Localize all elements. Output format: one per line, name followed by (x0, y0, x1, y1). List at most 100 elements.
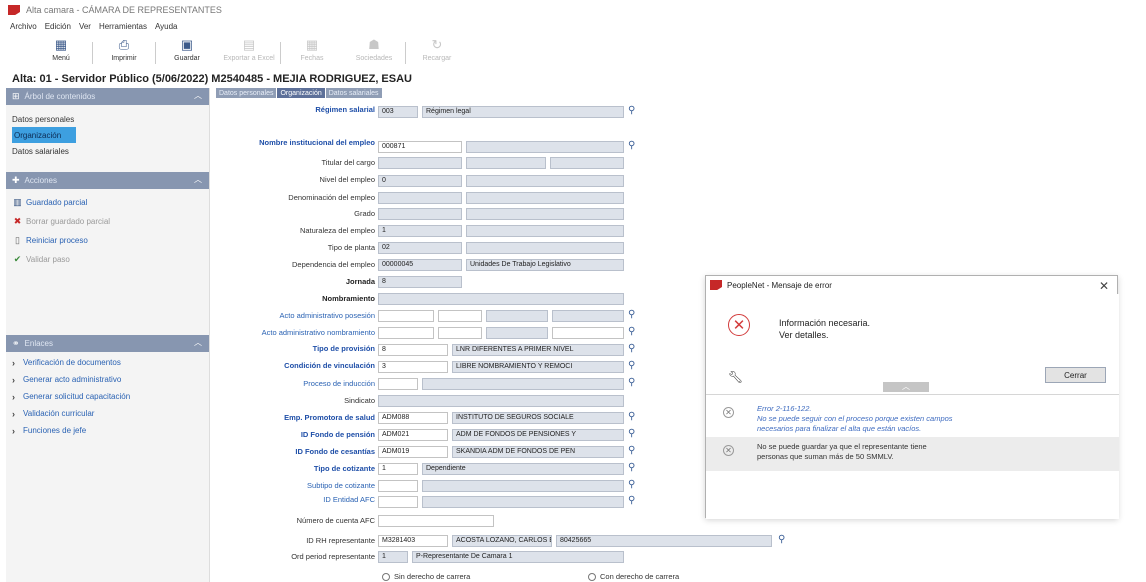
search-icon[interactable]: ⚲ (628, 310, 638, 320)
links-panel-header[interactable]: ⚭ Enlaces ︿ (6, 335, 209, 352)
window-title: Alta camara - CÁMARA DE REPRESENTANTES (26, 5, 222, 15)
radio-con-derecho[interactable]: Con derecho de carrera (588, 572, 679, 581)
rh-code-field[interactable]: M3281403 (378, 535, 448, 547)
search-icon[interactable]: ⚲ (628, 412, 638, 422)
search-icon[interactable]: ⚲ (628, 378, 638, 388)
tree-panel-header[interactable]: ⊞ Árbol de contenidos ︿ (6, 88, 209, 105)
menu-ayuda[interactable]: Ayuda (155, 22, 178, 36)
acto-nombramiento-label[interactable]: Acto administrativo nombramiento (262, 328, 375, 337)
tree-item-datos-salariales[interactable]: Datos salariales (6, 143, 209, 159)
search-icon[interactable]: ⚲ (628, 344, 638, 354)
nombre-inst-code-field[interactable]: 000871 (378, 141, 462, 153)
search-icon[interactable]: ⚲ (628, 106, 638, 116)
cesantias-label: ID Fondo de cesantías (295, 447, 375, 456)
excel-icon: ▤ (242, 37, 256, 52)
afc-code-field[interactable] (378, 496, 418, 508)
close-button[interactable]: Cerrar (1045, 367, 1106, 383)
cotizante-label: Tipo de cotizante (313, 464, 375, 473)
action-partial-save-label: Guardado parcial (26, 198, 88, 207)
afc-label[interactable]: ID Entidad AFC (323, 495, 375, 504)
print-button[interactable]: ⎙ Imprimir (93, 37, 155, 62)
acto-posesion-field-2[interactable] (438, 310, 482, 322)
dates-button[interactable]: ▦ Fechas (281, 37, 343, 62)
search-icon[interactable]: ⚲ (628, 446, 638, 456)
search-icon[interactable]: ⚲ (628, 463, 638, 473)
document-icon: ▯ (15, 235, 20, 245)
search-icon[interactable]: ⚲ (628, 361, 638, 371)
reload-button-label: Recargar (422, 55, 452, 62)
radio-sin-derecho[interactable]: Sin derecho de carrera (382, 572, 470, 581)
pension-desc-field: ADM DE FONDOS DE PENSIONES Y (452, 429, 624, 441)
partners-button[interactable]: ☗ Sociedades (343, 37, 405, 62)
eps-label: Emp. Promotora de salud (284, 413, 375, 422)
menu-archivo[interactable]: Archivo (10, 22, 37, 36)
tree-item-organizacion[interactable]: Organización (12, 127, 76, 143)
link-funciones-jefe[interactable]: › Funciones de jefe (6, 422, 209, 439)
action-restart-process[interactable]: ▯ Reiniciar proceso (6, 231, 209, 250)
record-title: Alta: 01 - Servidor Público (5/06/2022) … (12, 73, 412, 85)
cuenta-afc-field[interactable] (378, 515, 494, 527)
menu-edicion[interactable]: Edición (45, 22, 71, 36)
acto-posesion-label[interactable]: Acto administrativo posesión (280, 311, 375, 320)
link-verificacion[interactable]: › Verificación de documentos (6, 354, 209, 371)
eps-code-field[interactable]: ADM088 (378, 412, 448, 424)
menu-ver[interactable]: Ver (79, 22, 91, 36)
acto-posesion-field-4 (552, 310, 624, 322)
tipo-provision-code-field[interactable]: 8 (378, 344, 448, 356)
search-icon[interactable]: ⚲ (628, 480, 638, 490)
wrench-icon[interactable]: 🔧︎ (728, 370, 743, 384)
nivel-field: 0 (378, 175, 462, 187)
subtipo-label[interactable]: Subtipo de cotizante (307, 481, 375, 490)
tab-datos-personales[interactable]: Datos personales (216, 88, 277, 98)
search-icon[interactable]: ⚲ (628, 327, 638, 337)
collapse-icon[interactable]: ︿ (193, 337, 203, 349)
nombre-inst-label: Nombre institucional del empleo (259, 138, 375, 147)
collapse-icon[interactable]: ︿ (193, 90, 203, 102)
link-generar-acto[interactable]: › Generar acto administrativo (6, 371, 209, 388)
proceso-code-field[interactable] (378, 378, 418, 390)
reload-button[interactable]: ↻ Recargar (406, 37, 468, 62)
link-solicitud-capacitacion[interactable]: › Generar solicitud capacitación (6, 388, 209, 405)
search-icon[interactable]: ⚲ (778, 535, 788, 545)
proceso-label[interactable]: Proceso de inducción (303, 379, 375, 388)
subtipo-code-field[interactable] (378, 480, 418, 492)
action-partial-save[interactable]: ▥ Guardado parcial (6, 193, 209, 212)
tab-datos-salariales[interactable]: Datos salariales (325, 88, 382, 98)
acto-nombramiento-field-2[interactable] (438, 327, 482, 339)
menu-button[interactable]: ▦ Menú (30, 37, 92, 62)
cotizante-desc-field: Dependiente (422, 463, 624, 475)
tab-organizacion[interactable]: Organización (277, 88, 325, 98)
search-icon[interactable]: ⚲ (628, 429, 638, 439)
cesantias-code-field[interactable]: ADM019 (378, 446, 448, 458)
menu-herramientas[interactable]: Herramientas (99, 22, 147, 36)
details-toggle[interactable]: ︿ (883, 382, 929, 392)
link-validacion-curricular[interactable]: › Validación curricular (6, 405, 209, 422)
pension-code-field[interactable]: ADM021 (378, 429, 448, 441)
actions-panel-header[interactable]: ✚ Acciones ︿ (6, 172, 209, 189)
regimen-desc-field: Régimen legal (422, 106, 624, 118)
chevron-right-icon: › (12, 391, 15, 402)
close-icon[interactable]: ✕ (1099, 279, 1109, 293)
regimen-code-field[interactable]: 003 (378, 106, 418, 118)
tree-item-datos-personales[interactable]: Datos personales (6, 111, 209, 127)
acto-posesion-field-1[interactable] (378, 310, 434, 322)
pension-label: ID Fondo de pensión (300, 430, 375, 439)
tree-panel-title: Árbol de contenidos (24, 92, 96, 101)
action-validate-step[interactable]: ✔ Validar paso (6, 250, 209, 269)
export-excel-label: Exportar a Excel (223, 55, 275, 62)
cotizante-code-field[interactable]: 1 (378, 463, 418, 475)
error-small-icon: ✕ (723, 445, 734, 456)
condicion-code-field[interactable]: 3 (378, 361, 448, 373)
search-icon[interactable]: ⚲ (628, 496, 638, 506)
acto-nombramiento-field-1[interactable] (378, 327, 434, 339)
export-excel-button[interactable]: ▤ Exportar a Excel (218, 37, 280, 62)
collapse-icon[interactable]: ︿ (193, 174, 203, 186)
save-button[interactable]: ▣ Guardar (156, 37, 218, 62)
search-icon[interactable]: ⚲ (628, 141, 638, 151)
acto-nombramiento-field-4[interactable] (552, 327, 624, 339)
cuenta-afc-label: Número de cuenta AFC (296, 516, 375, 525)
tipo-planta-field: 02 (378, 242, 462, 254)
partial-save-icon: ▥ (13, 197, 22, 207)
action-delete-partial-save[interactable]: ✖ Borrar guardado parcial (6, 212, 209, 231)
tipo-planta-desc-field (466, 242, 624, 254)
